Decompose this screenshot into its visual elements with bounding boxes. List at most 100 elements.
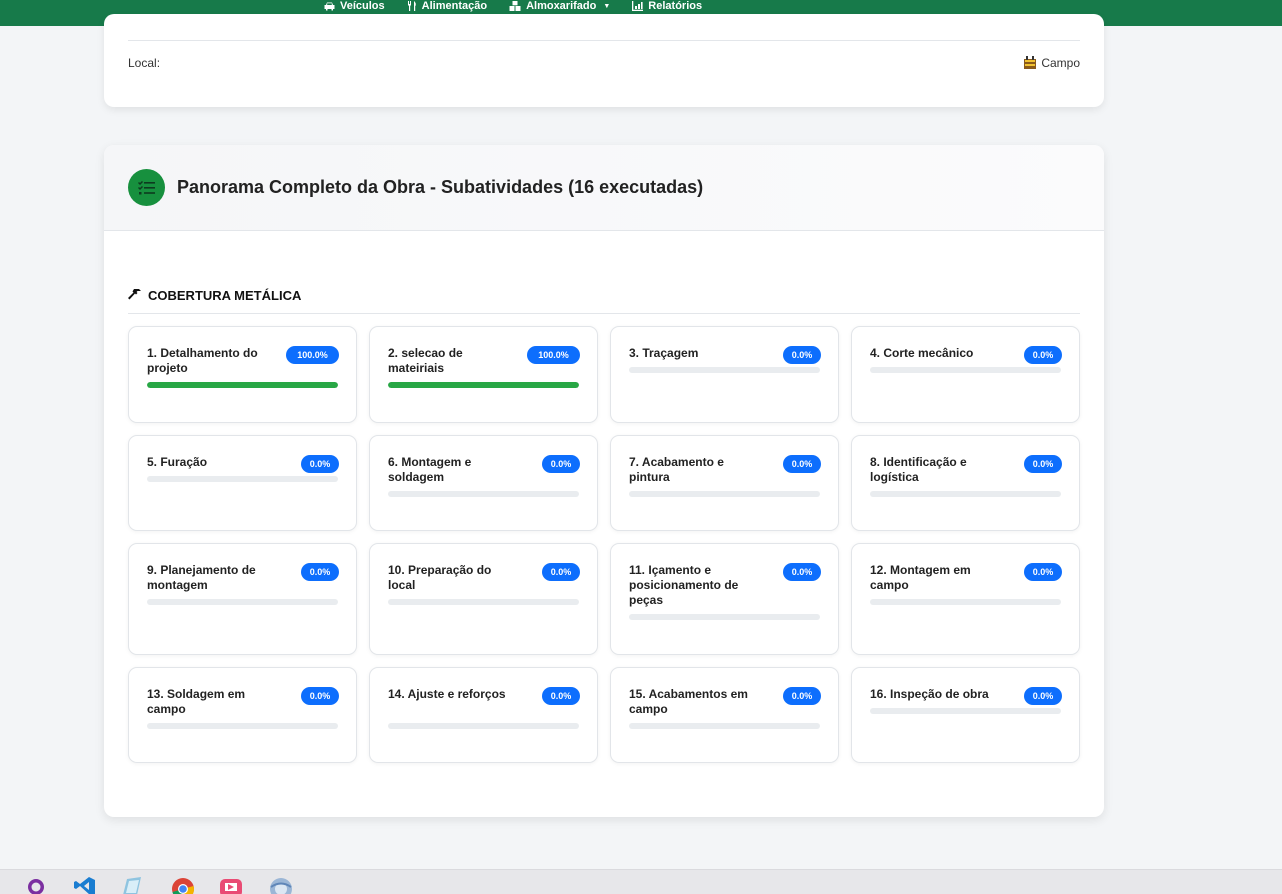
media-icon[interactable]: [219, 877, 243, 894]
os-taskbar: [0, 869, 1282, 894]
subactivity-name: 10. Preparação do local: [388, 563, 492, 592]
subactivity-name: 1. Detalhamento do projeto: [147, 346, 258, 375]
subactivity-card[interactable]: 7. Acabamento e pintura 0.0%: [610, 435, 839, 531]
progress-badge: 0.0%: [542, 563, 580, 581]
progress-badge: 0.0%: [301, 563, 339, 581]
progress-bar: [388, 599, 579, 605]
panorama-card: Panorama Completo da Obra - Subatividade…: [104, 145, 1104, 817]
construction-icon: [1024, 56, 1037, 69]
progress-bar: [388, 491, 579, 497]
progress-bar: [147, 476, 338, 482]
panorama-title: Panorama Completo da Obra - Subatividade…: [177, 177, 704, 197]
browser-icon[interactable]: [269, 877, 293, 894]
car-icon: [324, 2, 335, 10]
subactivity-card[interactable]: 12. Montagem em campo 0.0%: [851, 543, 1080, 655]
progress-badge: 0.0%: [542, 687, 580, 705]
progress-bar: [870, 708, 1061, 714]
progress-badge: 100.0%: [527, 346, 580, 364]
subactivity-name: 13. Soldagem em campo: [147, 687, 246, 716]
chrome-icon[interactable]: [171, 877, 195, 894]
nav-label: Alimentação: [421, 0, 488, 12]
vscode-icon[interactable]: [74, 877, 96, 894]
tasks-icon: [128, 169, 165, 206]
search-icon[interactable]: [26, 877, 46, 894]
progress-badge: 100.0%: [286, 346, 339, 364]
subactivity-card[interactable]: 5. Furação 0.0%: [128, 435, 357, 531]
progress-badge: 0.0%: [301, 455, 339, 473]
nav-item-veiculos[interactable]: Veículos: [324, 0, 385, 12]
subactivity-card[interactable]: 6. Montagem e soldagem 0.0%: [369, 435, 598, 531]
progress-badge: 0.0%: [783, 346, 821, 364]
section-title: COBERTURA METÁLICA: [148, 288, 302, 303]
section-cobertura-metalica: COBERTURA METÁLICA: [128, 288, 1080, 314]
subactivity-card[interactable]: 8. Identificação e logística 0.0%: [851, 435, 1080, 531]
panorama-header: Panorama Completo da Obra - Subatividade…: [104, 145, 1104, 231]
progress-bar: [147, 382, 338, 388]
progress-bar: [870, 367, 1061, 373]
subactivity-name: 12. Montagem em campo: [870, 563, 971, 592]
utensils-icon: [407, 1, 416, 11]
subactivity-name: 5. Furação: [147, 455, 208, 469]
subactivity-name: 8. Identificação e logística: [870, 455, 967, 484]
progress-bar: [629, 491, 820, 497]
progress-bar: [870, 491, 1061, 497]
subactivity-card[interactable]: 9. Planejamento de montagem 0.0%: [128, 543, 357, 655]
subactivity-card[interactable]: 1. Detalhamento do projeto 100.0%: [128, 326, 357, 423]
nav-label: Almoxarifado: [526, 0, 597, 12]
progress-badge: 0.0%: [1024, 687, 1062, 705]
progress-badge: 0.0%: [301, 687, 339, 705]
nav-item-alimentacao[interactable]: Alimentação: [407, 0, 487, 12]
subactivity-name: 16. Inspeção de obra: [870, 687, 989, 701]
progress-badge: 0.0%: [1024, 346, 1062, 364]
local-value-text: Campo: [1041, 56, 1080, 70]
subactivity-card[interactable]: 14. Ajuste e reforços 0.0%: [369, 667, 598, 763]
progress-badge: 0.0%: [783, 455, 821, 473]
progress-badge: 0.0%: [783, 563, 821, 581]
obra-info-card: Local: Campo: [104, 14, 1104, 107]
subactivity-name: 7. Acabamento e pintura: [629, 455, 724, 484]
subactivity-card[interactable]: 13. Soldagem em campo 0.0%: [128, 667, 357, 763]
subactivity-card[interactable]: 16. Inspeção de obra 0.0%: [851, 667, 1080, 763]
subactivity-card[interactable]: 3. Traçagem 0.0%: [610, 326, 839, 423]
divider: [128, 40, 1080, 41]
notepad-icon[interactable]: [121, 877, 143, 894]
subactivity-name: 6. Montagem e soldagem: [388, 455, 472, 484]
progress-bar: [147, 723, 338, 729]
progress-bar-fill: [147, 382, 338, 388]
local-value: Campo: [1023, 56, 1080, 70]
progress-badge: 0.0%: [783, 687, 821, 705]
progress-bar: [388, 382, 579, 388]
subactivity-card[interactable]: 11. Içamento e posicionamento de peças 0.…: [610, 543, 839, 655]
subactivity-name: 9. Planejamento de montagem: [147, 563, 256, 592]
progress-bar: [629, 367, 820, 373]
hammer-icon: [128, 289, 141, 300]
subactivity-card[interactable]: 15. Acabamentos em campo 0.0%: [610, 667, 839, 763]
progress-badge: 0.0%: [1024, 563, 1062, 581]
nav-item-relatorios[interactable]: Relatórios: [632, 0, 702, 12]
subactivity-name: 11. Içamento e posicionamento de peças: [629, 563, 739, 607]
progress-bar: [629, 614, 820, 620]
progress-bar: [147, 599, 338, 605]
boxes-icon: [509, 1, 521, 11]
nav-item-almoxarifado[interactable]: Almoxarifado ▼: [509, 0, 610, 12]
info-row-local: Local: Campo: [128, 56, 1080, 70]
progress-bar: [388, 723, 579, 729]
nav-label: Relatórios: [648, 0, 703, 12]
progress-bar: [870, 599, 1061, 605]
chart-icon: [632, 1, 644, 11]
subactivity-card[interactable]: 4. Corte mecânico 0.0%: [851, 326, 1080, 423]
progress-bar-fill: [388, 382, 579, 388]
subactivity-card[interactable]: 2. selecao de mateiriais 100.0%: [369, 326, 598, 423]
local-label: Local:: [128, 56, 161, 70]
subactivity-name: 14. Ajuste e reforços: [388, 687, 506, 701]
progress-badge: 0.0%: [1024, 455, 1062, 473]
subactivity-name: 3. Traçagem: [629, 346, 699, 360]
subactivity-card[interactable]: 10. Preparação do local 0.0%: [369, 543, 598, 655]
nav-label: Veículos: [340, 0, 385, 12]
progress-bar: [629, 723, 820, 729]
subactivity-name: 15. Acabamentos em campo: [629, 687, 748, 716]
progress-badge: 0.0%: [542, 455, 580, 473]
subactivity-name: 4. Corte mecânico: [870, 346, 974, 360]
subactivity-name: 2. selecao de mateiriais: [388, 346, 463, 375]
chevron-down-icon: ▼: [603, 2, 611, 10]
